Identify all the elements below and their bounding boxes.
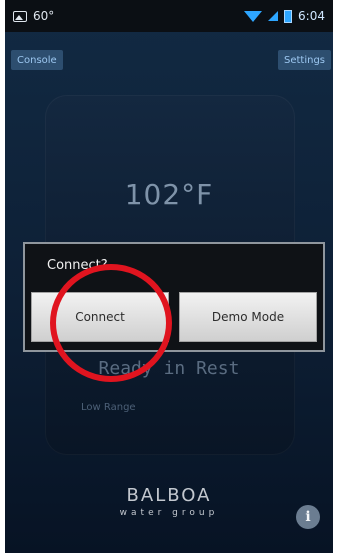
status-right: 6:04 <box>244 9 325 23</box>
status-message: Ready in Rest <box>98 358 240 379</box>
status-bar: 60° 6:04 <box>5 0 333 32</box>
wifi-icon <box>244 10 263 22</box>
demo-mode-button[interactable]: Demo Mode <box>179 292 317 342</box>
brand-logo: BALBOA water group <box>5 485 333 518</box>
signal-icon <box>268 11 279 21</box>
phone-screen: 60° 6:04 Console Settings 102°F Ready in… <box>5 0 333 553</box>
console-button[interactable]: Console <box>11 50 63 70</box>
brand-name: BALBOA <box>126 485 212 506</box>
settings-button[interactable]: Settings <box>277 50 331 70</box>
temperature-readout: 102°F <box>124 178 214 211</box>
image-icon <box>13 10 27 22</box>
status-time: 6:04 <box>298 9 325 23</box>
info-icon[interactable]: i <box>296 505 320 529</box>
battery-icon <box>284 9 293 23</box>
brand-subtitle: water group <box>119 508 219 518</box>
highlight-circle <box>50 264 172 382</box>
status-text: 60° <box>33 9 55 23</box>
status-left: 60° <box>13 9 54 23</box>
range-label: Low Range <box>81 402 136 413</box>
